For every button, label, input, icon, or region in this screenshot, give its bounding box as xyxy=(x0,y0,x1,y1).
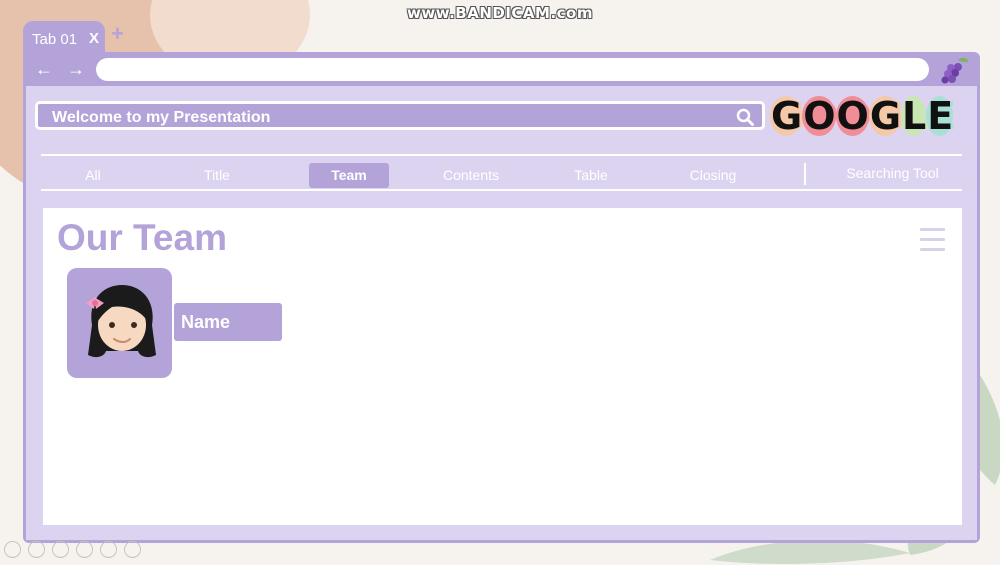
slides-icon[interactable] xyxy=(76,541,93,558)
pen-icon[interactable] xyxy=(52,541,69,558)
next-slide-icon[interactable] xyxy=(28,541,45,558)
member-name-label: Name xyxy=(174,303,282,341)
tab-close-button[interactable]: X xyxy=(89,30,99,47)
zoom-icon[interactable] xyxy=(100,541,117,558)
tab-label: Tab 01 xyxy=(32,31,78,48)
search-bar[interactable]: Welcome to my Presentation xyxy=(35,101,765,130)
menu-tab-all[interactable]: All xyxy=(53,163,133,188)
grape-icon xyxy=(941,57,968,84)
menu-tab-table[interactable]: Table xyxy=(551,163,631,188)
menu-tab-closing[interactable]: Closing xyxy=(673,163,753,188)
hamburger-menu-icon[interactable] xyxy=(920,228,945,252)
prev-slide-icon[interactable] xyxy=(4,541,21,558)
menu-searching-tool[interactable]: Searching Tool xyxy=(830,161,955,186)
page-title: Our Team xyxy=(57,217,227,258)
menu-tab-contents[interactable]: Contents xyxy=(431,163,511,188)
brand-letter: G xyxy=(770,94,802,138)
brand-letter: O xyxy=(835,94,869,138)
address-bar[interactable] xyxy=(96,58,929,81)
new-tab-button[interactable]: + xyxy=(111,23,124,45)
brand-logo: GOOGLE xyxy=(770,94,954,138)
menu-tab-title[interactable]: Title xyxy=(177,163,257,188)
brand-letter: O xyxy=(802,94,836,138)
search-text: Welcome to my Presentation xyxy=(52,109,271,126)
more-icon[interactable] xyxy=(124,541,141,558)
avatar-girl-icon xyxy=(86,285,156,358)
forward-button[interactable]: → xyxy=(67,57,85,81)
brand-letter: E xyxy=(926,94,954,138)
presentation-toolbar xyxy=(4,541,148,561)
recording-watermark: www.BANDICAM.com xyxy=(406,4,593,22)
brand-letter: G xyxy=(868,94,901,138)
brand-letter: L xyxy=(901,94,926,138)
menu-top-divider xyxy=(41,154,962,156)
menu-separator xyxy=(804,163,806,185)
menu-bottom-divider xyxy=(41,189,962,191)
search-icon[interactable] xyxy=(736,108,754,126)
back-button[interactable]: ← xyxy=(35,57,53,81)
menu-tab-team[interactable]: Team xyxy=(309,163,389,188)
